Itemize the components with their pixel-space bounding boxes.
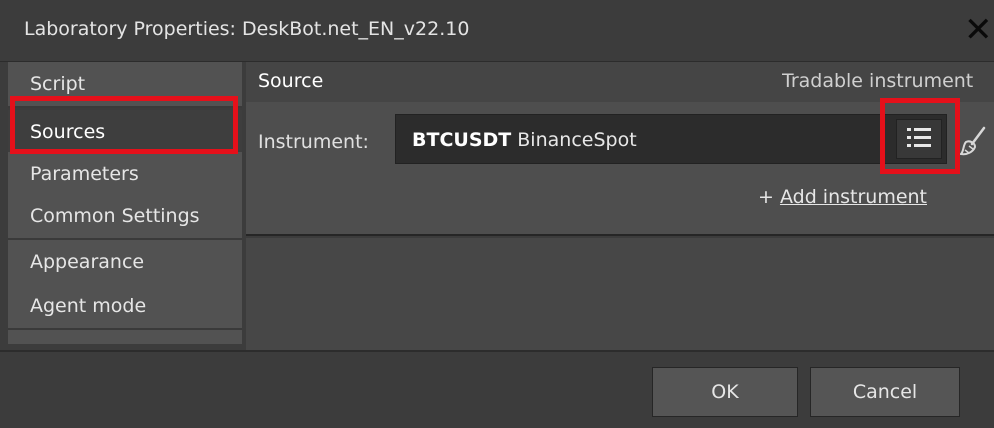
tradable-instrument-label: Tradable instrument — [782, 70, 974, 92]
list-button-highlight — [880, 98, 960, 174]
sidebar-item-label: Agent mode — [30, 295, 147, 317]
sidebar-item-label: Parameters — [30, 163, 139, 185]
add-instrument-link[interactable]: Add instrument — [780, 186, 927, 208]
sidebar-item-label: Appearance — [30, 251, 145, 273]
sidebar-item-label: Script — [30, 73, 86, 95]
add-instrument: + Add instrument — [758, 186, 927, 208]
sidebar-item-appearance[interactable]: Appearance — [8, 240, 242, 286]
ok-button[interactable]: OK — [652, 367, 798, 417]
sidebar-item-label: Common Settings — [30, 205, 200, 227]
sidebar-item-common-settings[interactable]: Common Settings — [8, 194, 242, 240]
section-heading: Source — [258, 70, 324, 92]
instrument-value: BTCUSDT BinanceSpot — [412, 129, 637, 151]
content-empty-area — [246, 238, 994, 350]
instrument-symbol: BTCUSDT — [412, 129, 512, 151]
brush-icon[interactable] — [958, 124, 992, 158]
sources-highlight — [10, 96, 238, 154]
add-prefix: + — [758, 186, 780, 208]
sidebar-item-agent-mode[interactable]: Agent mode — [8, 284, 242, 330]
window-title: Laboratory Properties: DeskBot.net_EN_v2… — [24, 18, 470, 40]
close-icon[interactable]: ✕ — [964, 10, 994, 50]
sidebar-filler — [8, 330, 242, 344]
sidebar-item-parameters[interactable]: Parameters — [8, 152, 242, 198]
instrument-label: Instrument: — [258, 131, 369, 153]
instrument-exchange: BinanceSpot — [511, 129, 637, 151]
cancel-button[interactable]: Cancel — [810, 367, 960, 417]
